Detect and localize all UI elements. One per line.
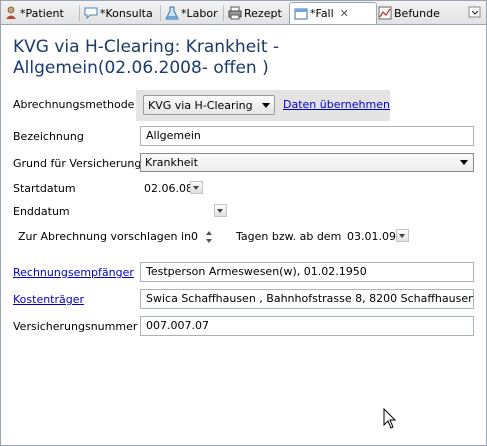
payer-link[interactable]: Kostenträger bbox=[13, 293, 84, 306]
payer-field[interactable]: Swica Schaffhausen , Bahnhofstrasse 8, 8… bbox=[140, 289, 474, 309]
reason-label: Grund für Versicherung bbox=[13, 157, 142, 170]
recipient-link[interactable]: Rechnungsempfänger bbox=[13, 266, 134, 279]
tab-label: *Konsulta bbox=[100, 6, 153, 20]
tab-fall[interactable]: *Fall ✕ bbox=[289, 2, 377, 24]
suggest-date-value[interactable]: 03.01.09 bbox=[347, 230, 396, 243]
page-title: KVG via H-Clearing: Krankheit - Allgemei… bbox=[13, 37, 280, 78]
person-icon bbox=[4, 6, 18, 20]
suggest-mid-label: Tagen bzw. ab dem bbox=[236, 230, 342, 243]
end-date-label: Enddatum bbox=[13, 205, 70, 218]
reason-value: Krankheit bbox=[145, 156, 198, 169]
suggest-date-picker-button[interactable] bbox=[396, 229, 409, 242]
start-date-picker-button[interactable] bbox=[190, 181, 203, 194]
end-date-picker-button[interactable] bbox=[214, 204, 227, 217]
suggest-label: Zur Abrechnung vorschlagen in bbox=[18, 230, 192, 243]
designation-field[interactable]: Allgemein bbox=[140, 126, 474, 146]
close-tab-icon[interactable]: ✕ bbox=[340, 7, 349, 20]
chevron-down-icon bbox=[262, 103, 270, 108]
flask-icon bbox=[165, 6, 179, 20]
tab-label: *Fall bbox=[310, 7, 334, 20]
chart-icon bbox=[378, 6, 392, 20]
window-icon bbox=[294, 7, 308, 21]
designation-label: Bezeichnung bbox=[13, 130, 84, 143]
chevron-down-icon bbox=[460, 160, 468, 165]
tab-label: *Labor bbox=[181, 6, 218, 20]
tab-bar: *Patient *Konsulta *Labor Rezept *Fall ✕… bbox=[1, 1, 486, 25]
start-date-value[interactable]: 02.06.08 bbox=[144, 182, 193, 195]
tab-labor[interactable]: *Labor bbox=[165, 3, 218, 23]
tab-label: *Patient bbox=[20, 6, 64, 20]
insurance-number-label: Versicherungsnummer bbox=[13, 320, 138, 333]
tab-befunde[interactable]: Befunde bbox=[378, 3, 440, 23]
mouse-cursor-icon bbox=[383, 407, 397, 433]
suggest-days-input[interactable]: 0 bbox=[191, 230, 198, 243]
reason-select[interactable]: Krankheit bbox=[140, 153, 474, 172]
billing-method-label: Abrechnungsmethode bbox=[13, 98, 135, 111]
start-date-label: Startdatum bbox=[13, 182, 76, 195]
suggest-days-spinner[interactable] bbox=[205, 228, 214, 246]
speech-bubble-icon bbox=[84, 6, 98, 20]
tab-rezept[interactable]: Rezept bbox=[228, 3, 282, 23]
apply-data-link[interactable]: Daten übernehmen bbox=[283, 98, 390, 111]
tab-label: Befunde bbox=[394, 6, 440, 20]
tab-konsultation[interactable]: *Konsulta bbox=[84, 3, 153, 23]
tab-patient[interactable]: *Patient bbox=[4, 3, 64, 23]
tab-label: Rezept bbox=[244, 6, 282, 20]
view-menu-icon[interactable] bbox=[468, 5, 482, 19]
billing-method-value: KVG via H-Clearing bbox=[148, 99, 253, 112]
spinner-up-icon[interactable] bbox=[206, 231, 212, 235]
insurance-number-field[interactable]: 007.007.07 bbox=[140, 316, 474, 336]
recipient-field[interactable]: Testperson Armeswesen(w), 01.02.1950 bbox=[140, 262, 474, 282]
spinner-down-icon[interactable] bbox=[206, 239, 212, 243]
billing-method-dropdown[interactable]: KVG via H-Clearing bbox=[143, 95, 275, 115]
printer-icon bbox=[228, 6, 242, 20]
